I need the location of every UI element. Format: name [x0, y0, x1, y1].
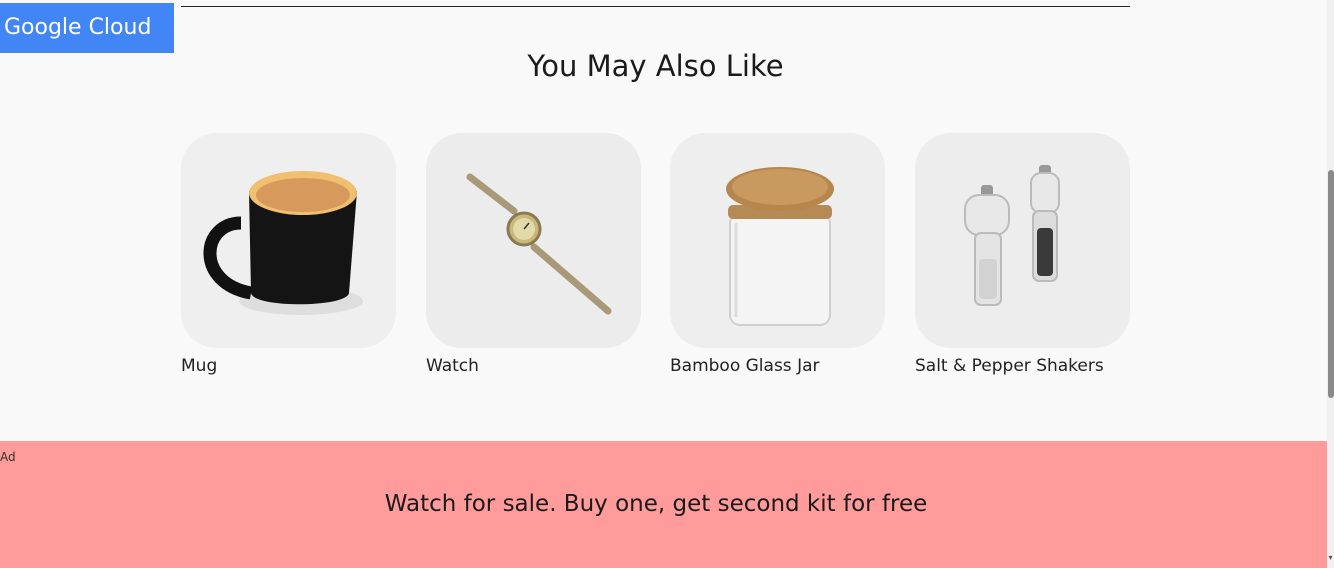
product-name[interactable]: Salt & Pepper Shakers: [915, 355, 1130, 377]
scroll-down-arrow-icon[interactable]: ▾: [1327, 552, 1334, 564]
watch-image[interactable]: [426, 133, 641, 348]
watch-photo-icon: [426, 133, 641, 348]
google-cloud-badge[interactable]: Google Cloud: [0, 3, 174, 53]
product-card-bamboo-glass-jar[interactable]: Bamboo Glass Jar: [670, 133, 885, 377]
ad-text[interactable]: Watch for sale. Buy one, get second kit …: [0, 491, 1312, 517]
product-card-watch[interactable]: Watch: [426, 133, 641, 377]
ad-label: Ad: [0, 450, 16, 464]
mug-image[interactable]: [181, 133, 396, 348]
section-title: You May Also Like: [527, 49, 784, 83]
product-card-salt-pepper-shakers[interactable]: Salt & Pepper Shakers: [915, 133, 1130, 377]
divider: [181, 6, 1130, 7]
shakers-image[interactable]: [915, 133, 1130, 348]
product-name[interactable]: Watch: [426, 355, 641, 377]
product-name[interactable]: Mug: [181, 355, 396, 377]
product-card-mug[interactable]: Mug: [181, 133, 396, 377]
jar-photo-icon: [670, 133, 885, 348]
product-name[interactable]: Bamboo Glass Jar: [670, 355, 885, 377]
mug-photo-icon: [181, 133, 396, 348]
page: Google Cloud You May Also Like Mug Watch…: [0, 0, 1334, 568]
jar-image[interactable]: [670, 133, 885, 348]
vertical-scrollbar[interactable]: ▾: [1327, 0, 1334, 568]
ad-banner[interactable]: Ad Watch for sale. Buy one, get second k…: [0, 441, 1327, 568]
scrollbar-thumb[interactable]: [1328, 170, 1334, 398]
shakers-photo-icon: [915, 133, 1130, 348]
